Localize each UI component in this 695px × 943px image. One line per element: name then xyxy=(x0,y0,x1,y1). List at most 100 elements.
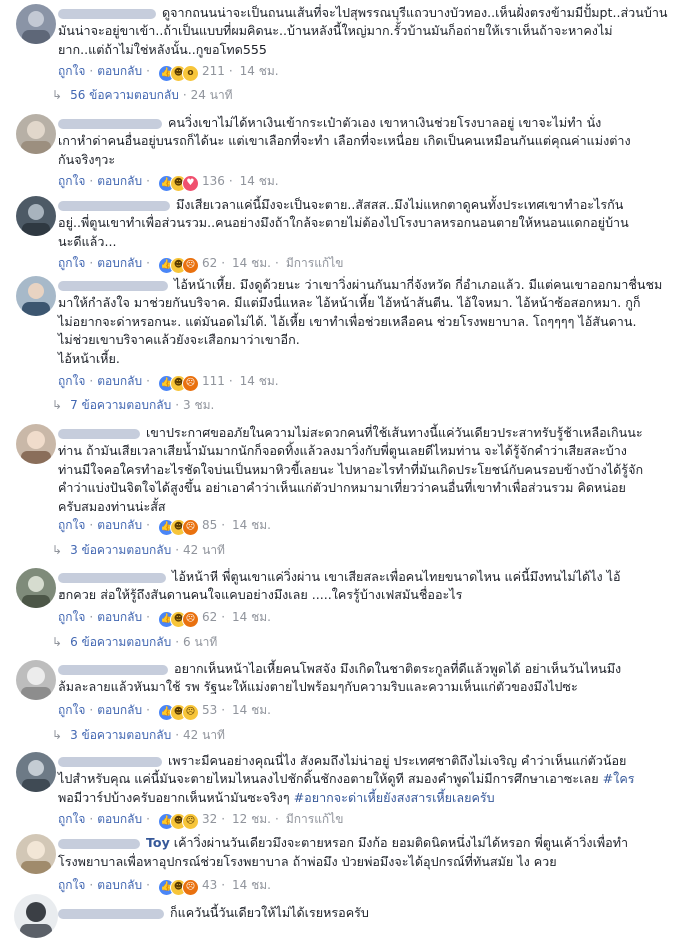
comment-body: เพราะมีคนอย่างคุณนี่ไง สังคมถึงไม่น่าอยู… xyxy=(58,752,686,807)
author-name[interactable]: Toy xyxy=(146,834,170,852)
author-name-blurred[interactable] xyxy=(58,908,164,919)
view-replies-link[interactable]: ↳ 6 ข้อความตอบกลับ · 6 นาที xyxy=(52,633,217,651)
reply-button[interactable]: ตอบกลับ xyxy=(97,174,142,188)
author-name-blurred[interactable] xyxy=(58,428,140,439)
comment-text-line: ไอ้หน้าเหี้ย. มึงดูด้วยนะ ว่าเขาวิ่งผ่าน… xyxy=(174,277,663,292)
avatar[interactable] xyxy=(16,196,56,236)
timestamp[interactable]: 14 ชม. xyxy=(232,518,271,532)
avatar[interactable] xyxy=(16,114,56,154)
timestamp[interactable]: 14 ชม. xyxy=(240,174,279,188)
view-replies-link[interactable]: ↳ 3 ข้อความตอบกลับ · 42 นาที xyxy=(52,541,225,559)
love-reaction-icon: ♥ xyxy=(181,174,199,192)
comment-body: เขาประกาศขออภัยในความไม่สะดวกคนที่ใช้เส้… xyxy=(58,424,686,516)
reply-button[interactable]: ตอบกลับ xyxy=(97,610,142,624)
timestamp[interactable]: 14 ชม. xyxy=(232,610,271,624)
comment-text-line: ท่าน ถ้ามันเสียเวลาเสียน้ำมันมากนักก็จอด… xyxy=(58,443,627,459)
comment-text-line: คำว่าแบ่งปันจิตใจได้สูงขึ้น อย่าเอาคำว่า… xyxy=(58,480,626,496)
reply-button[interactable]: ตอบกลับ xyxy=(97,64,142,78)
avatar[interactable] xyxy=(16,424,56,464)
author-name-blurred[interactable] xyxy=(58,280,168,291)
like-button[interactable]: ถูกใจ xyxy=(58,518,85,532)
like-button[interactable]: ถูกใจ xyxy=(58,374,85,388)
like-button[interactable]: ถูกใจ xyxy=(58,610,85,624)
reply-button[interactable]: ตอบกลับ xyxy=(97,256,142,270)
author-name-blurred[interactable] xyxy=(58,664,168,675)
comment-text-line: พอมีวาร์ปบ้างครับอยากเห็นหน้ามันซะจริงๆ xyxy=(58,789,290,805)
reaction-summary[interactable]: 👍 ☻ ☹ xyxy=(157,256,199,274)
reaction-summary[interactable]: 👍 ☻ o xyxy=(157,64,199,82)
reaction-count: 53 xyxy=(201,703,218,717)
timestamp[interactable]: 12 ชม. xyxy=(232,812,271,826)
angry-reaction-icon: ☹ xyxy=(181,518,199,536)
reply-button[interactable]: ตอบกลับ xyxy=(97,703,142,717)
view-replies-link[interactable]: ↳ 7 ข้อความตอบกลับ · 3 ชม. xyxy=(52,396,214,414)
hashtag-link[interactable]: #อยากจะด่าเหี้ยยังสงสารเหี้ยเลยครับ xyxy=(294,790,495,805)
avatar[interactable] xyxy=(14,894,58,938)
avatar[interactable] xyxy=(16,752,56,792)
reaction-summary[interactable]: 👍 ☻ ☹ xyxy=(157,518,199,536)
reaction-summary[interactable]: 👍 ☻ ☹ xyxy=(157,878,199,896)
reply-button[interactable]: ตอบกลับ xyxy=(97,878,142,892)
view-replies-link[interactable]: ↳ 56 ข้อความตอบกลับ · 24 นาที xyxy=(52,86,233,104)
comment-text-line: เพราะมีคนอย่างคุณนี่ไง สังคมถึงไม่น่าอยู… xyxy=(168,753,627,768)
comment-text-line: เขาประกาศขออภัยในความไม่สะดวกคนที่ใช้เส้… xyxy=(146,425,643,440)
reply-button[interactable]: ตอบกลับ xyxy=(97,518,142,532)
comment-actions: ถูกใจ · ตอบกลับ · 👍 ☻ ☹ 53 · 14 ชม. xyxy=(58,701,271,721)
avatar[interactable] xyxy=(16,660,56,700)
like-button[interactable]: ถูกใจ xyxy=(58,812,85,826)
like-button[interactable]: ถูกใจ xyxy=(58,703,85,717)
reaction-summary[interactable]: 👍 ☻ ♥ xyxy=(157,174,199,192)
timestamp[interactable]: 14 ชม. xyxy=(232,703,271,717)
edited-label[interactable]: มีการแก้ไข xyxy=(286,812,344,826)
author-name-blurred[interactable] xyxy=(58,8,156,19)
reaction-count: 111 xyxy=(201,374,225,388)
angry-reaction-icon: ☹ xyxy=(181,374,199,392)
reply-button[interactable]: ตอบกลับ xyxy=(97,812,142,826)
timestamp[interactable]: 14 ชม. xyxy=(240,374,279,388)
reaction-summary[interactable]: 👍 ☻ ☹ xyxy=(157,812,199,830)
comment-text-line: กันจริงๆวะ xyxy=(58,151,116,167)
timestamp[interactable]: 14 ชม. xyxy=(232,878,271,892)
reaction-count: 62 xyxy=(201,256,218,270)
reaction-summary[interactable]: 👍 ☻ ☹ xyxy=(157,610,199,628)
comment-text-line: อยู่..พี่ตูนเขาทำเพื่อส่วนรวม..คนอย่างมึ… xyxy=(58,215,629,231)
author-name-blurred[interactable] xyxy=(58,838,140,849)
reply-button[interactable]: ตอบกลับ xyxy=(97,374,142,388)
hashtag-link[interactable]: #ใคร xyxy=(603,771,635,786)
author-name-blurred[interactable] xyxy=(58,118,162,129)
avatar[interactable] xyxy=(16,834,56,874)
reaction-summary[interactable]: 👍 ☻ ☹ xyxy=(157,703,199,721)
replies-time: 24 นาที xyxy=(190,88,233,102)
comment-actions: ถูกใจ · ตอบกลับ · 👍 ☻ ☹ 32 · 12 ชม. · มีการแก้ไข xyxy=(58,810,344,830)
comment-text-line: ดูจากถนนน่าจะเป็นถนนเส้นที่จะไปสุพรรณบุร… xyxy=(162,5,668,20)
author-name-blurred[interactable] xyxy=(58,572,166,583)
comment-text-line: ไม่ช่วยเขาบริจาคแล้วยังจะเสือกมาว่าเขาอี… xyxy=(58,332,300,348)
avatar[interactable] xyxy=(16,568,56,608)
wow-reaction-icon: o xyxy=(181,64,199,82)
edited-label[interactable]: มีการแก้ไข xyxy=(286,256,344,270)
avatar[interactable] xyxy=(16,4,56,44)
avatar[interactable] xyxy=(16,276,56,316)
comment-text-line: มาให้กำลังใจ มาช่วยกันบริจาค. มีแต่มึงนี… xyxy=(58,295,641,311)
author-name-blurred[interactable] xyxy=(58,200,170,211)
reply-arrow-icon: ↳ xyxy=(52,88,63,102)
timestamp[interactable]: 14 ชม. xyxy=(232,256,271,270)
like-button[interactable]: ถูกใจ xyxy=(58,64,85,78)
reaction-summary[interactable]: 👍 ☻ ☹ xyxy=(157,374,199,392)
replies-count: 6 ข้อความตอบกลับ xyxy=(70,635,172,649)
timestamp[interactable]: 14 ชม. xyxy=(240,64,279,78)
view-replies-link[interactable]: ↳ 3 ข้อความตอบกลับ · 42 นาที xyxy=(52,726,225,744)
author-name-blurred[interactable] xyxy=(58,756,162,767)
comment-body: ไอ้หน้าหี พี่ตูนเขาแค่วิ่งผ่าน เขาเสียสล… xyxy=(58,568,686,605)
sad-reaction-icon: ☹ xyxy=(181,703,199,721)
comment-text-line: เค้าวิ่งผ่านวันเดียวมึงจะตายหรอก มึงก้อ … xyxy=(173,835,629,850)
like-button[interactable]: ถูกใจ xyxy=(58,174,85,188)
comment-body: คนวิ่งเขาไม่ได้หาเงินเข้ากระเป๋าตัวเอง เ… xyxy=(58,114,686,169)
like-button[interactable]: ถูกใจ xyxy=(58,878,85,892)
like-button[interactable]: ถูกใจ xyxy=(58,256,85,270)
reaction-count: 85 xyxy=(201,518,218,532)
comment-body: ดูจากถนนน่าจะเป็นถนนเส้นที่จะไปสุพรรณบุร… xyxy=(58,4,686,59)
comment-actions: ถูกใจ · ตอบกลับ · 👍 ☻ ☹ 62 · 14 ชม. xyxy=(58,608,271,628)
reaction-count: 62 xyxy=(201,610,218,624)
comment-body: Toy เค้าวิ่งผ่านวันเดียวมึงจะตายหรอก มึงก… xyxy=(58,834,686,871)
